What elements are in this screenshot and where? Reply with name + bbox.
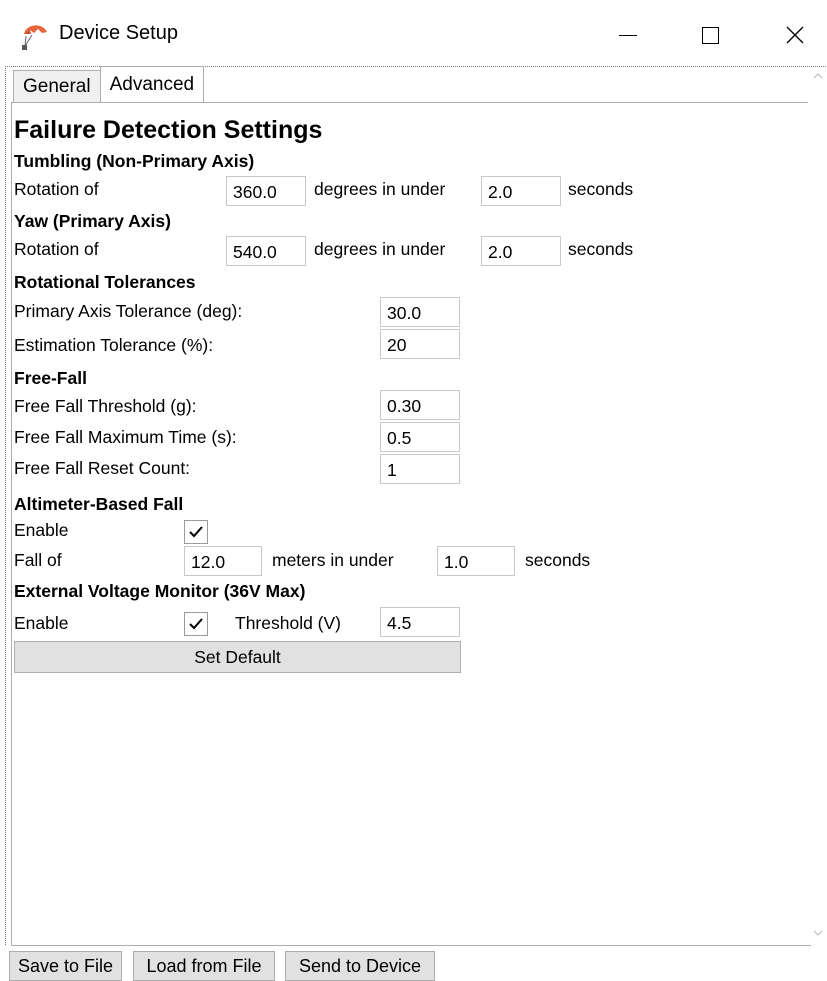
checkmark-icon xyxy=(189,618,203,630)
set-default-button[interactable]: Set Default xyxy=(14,641,461,673)
page-title: Failure Detection Settings xyxy=(14,116,323,144)
yaw-title: Yaw (Primary Axis) xyxy=(14,211,171,231)
rotational-title: Rotational Tolerances xyxy=(14,272,196,292)
voltage-enable-checkbox[interactable] xyxy=(184,612,208,636)
voltage-threshold-label: Threshold (V) xyxy=(235,613,342,633)
freefall-max-time-label: Free Fall Maximum Time (s): xyxy=(14,427,237,447)
minimize-button[interactable] xyxy=(598,13,658,57)
load-from-file-button[interactable]: Load from File xyxy=(133,951,275,981)
freefall-max-time-input[interactable]: 0.5 xyxy=(380,422,460,452)
freefall-title: Free-Fall xyxy=(14,368,87,388)
altimeter-mid-label: meters in under xyxy=(272,550,394,570)
yaw-mid-label: degrees in under xyxy=(314,239,446,259)
altimeter-seconds-input[interactable]: 1.0 xyxy=(437,546,515,576)
yaw-seconds-input[interactable]: 2.0 xyxy=(481,236,561,266)
freefall-reset-label: Free Fall Reset Count: xyxy=(14,458,191,478)
altimeter-enable-checkbox[interactable] xyxy=(184,520,208,544)
parachute-icon xyxy=(22,25,47,50)
estimation-tolerance-label: Estimation Tolerance (%): xyxy=(14,335,214,355)
altimeter-meters-input[interactable]: 12.0 xyxy=(184,546,262,576)
tab-strip: General Advanced xyxy=(13,66,205,102)
voltage-title: External Voltage Monitor (36V Max) xyxy=(14,581,306,601)
yaw-rotation-label: Rotation of xyxy=(14,239,99,259)
maximize-button[interactable] xyxy=(680,13,740,57)
altimeter-title: Altimeter-Based Fall xyxy=(14,494,184,514)
altimeter-unit-label: seconds xyxy=(525,550,591,570)
scroll-up-icon[interactable] xyxy=(813,72,823,80)
tumbling-rotation-label: Rotation of xyxy=(14,179,99,199)
scroll-down-icon[interactable] xyxy=(813,929,823,937)
minimize-icon xyxy=(619,34,637,36)
primary-tolerance-input[interactable]: 30.0 xyxy=(380,297,460,327)
yaw-degrees-input[interactable]: 540.0 xyxy=(226,236,306,266)
freefall-threshold-input[interactable]: 0.30 xyxy=(380,390,460,420)
tumbling-unit-label: seconds xyxy=(568,179,634,199)
tumbling-mid-label: degrees in under xyxy=(314,179,446,199)
voltage-threshold-input[interactable]: 4.5 xyxy=(380,607,460,637)
close-icon xyxy=(786,26,804,44)
voltage-enable-label: Enable xyxy=(14,613,69,633)
checkmark-icon xyxy=(189,526,203,538)
window-title: Device Setup xyxy=(59,22,178,44)
maximize-icon xyxy=(701,26,719,44)
tumbling-seconds-input[interactable]: 2.0 xyxy=(481,176,561,206)
yaw-unit-label: seconds xyxy=(568,239,634,259)
tumbling-title: Tumbling (Non-Primary Axis) xyxy=(14,151,255,171)
tumbling-degrees-input[interactable]: 360.0 xyxy=(226,176,306,206)
altimeter-enable-label: Enable xyxy=(14,520,69,540)
send-to-device-button[interactable]: Send to Device xyxy=(285,951,435,981)
tab-advanced[interactable]: Advanced xyxy=(99,66,205,102)
estimation-tolerance-input[interactable]: 20 xyxy=(380,329,460,359)
title-bar: Device Setup xyxy=(0,0,827,66)
vertical-scrollbar[interactable] xyxy=(808,67,827,945)
primary-tolerance-label: Primary Axis Tolerance (deg): xyxy=(14,301,243,321)
save-to-file-button[interactable]: Save to File xyxy=(9,951,122,981)
tab-general[interactable]: General xyxy=(13,70,101,102)
close-button[interactable] xyxy=(765,13,825,57)
freefall-reset-input[interactable]: 1 xyxy=(380,454,460,484)
freefall-threshold-label: Free Fall Threshold (g): xyxy=(14,396,197,416)
altimeter-fall-label: Fall of xyxy=(14,550,62,570)
